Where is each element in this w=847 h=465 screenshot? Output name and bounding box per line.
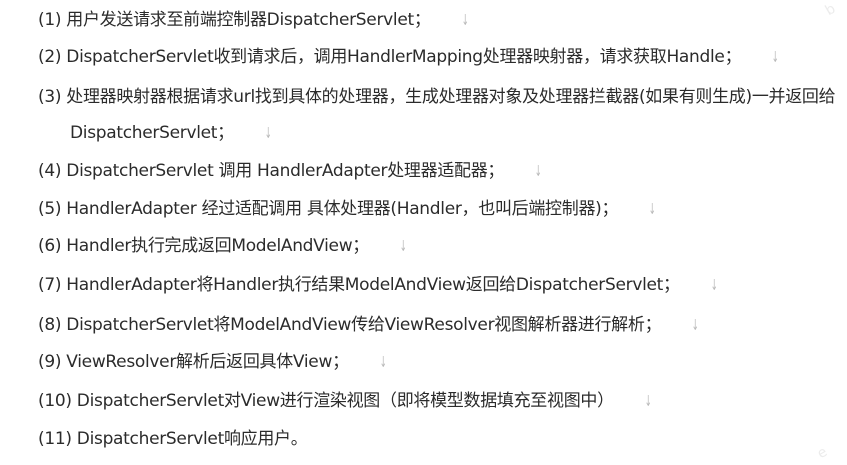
down-arrow-mark: ↓: [644, 392, 652, 410]
step-9: (9) ViewResolver解析后返回具体View； ↓: [38, 350, 389, 374]
down-arrow-mark: ↓: [772, 48, 779, 66]
step-4: (4) DispatcherServlet 调用 HandlerAdapter处…: [38, 159, 544, 183]
step-text: (1) 用户发送请求至前端控制器DispatcherServlet；: [38, 10, 431, 30]
step-text: (9) ViewResolver解析后返回具体View；: [38, 352, 349, 372]
watermark-fragment: b: [822, 0, 839, 20]
step-text: (6) Handler执行完成返回ModelAndView；: [38, 236, 370, 256]
step-text: (11) DispatcherServlet响应用户。: [38, 429, 308, 449]
step-text: (5) HandlerAdapter 经过适配调用 具体处理器(Handler，…: [38, 199, 619, 219]
down-arrow-mark: ↓: [534, 162, 542, 180]
down-arrow-mark: ↓: [399, 237, 407, 255]
step-text: (8) DispatcherServlet将ModelAndView传给View…: [38, 315, 662, 335]
step-1: (1) 用户发送请求至前端控制器DispatcherServlet； ↓: [38, 8, 471, 32]
document-page: (1) 用户发送请求至前端控制器DispatcherServlet； ↓ (2) …: [0, 0, 847, 465]
step-text: DispatcherServlet；: [70, 123, 234, 143]
step-11: (11) DispatcherServlet响应用户。: [38, 427, 308, 451]
step-3: (3) 处理器映射器根据请求url找到具体的处理器，生成处理器对象及处理器拦截器…: [38, 85, 836, 109]
step-2: (2) DispatcherServlet收到请求后，调用HandlerMapp…: [38, 45, 782, 69]
step-7: (7) HandlerAdapter将Handler执行结果ModelAndVi…: [38, 273, 720, 297]
step-text: (7) HandlerAdapter将Handler执行结果ModelAndVi…: [38, 275, 680, 295]
down-arrow-mark: ↓: [461, 11, 469, 29]
step-text: (10) DispatcherServlet对View进行渲染视图（即将模型数据…: [38, 391, 614, 411]
down-arrow-mark: ↓: [692, 316, 699, 334]
step-text: (3) 处理器映射器根据请求url找到具体的处理器，生成处理器对象及处理器拦截器…: [38, 87, 836, 107]
step-text: (4) DispatcherServlet 调用 HandlerAdapter处…: [38, 161, 505, 181]
down-arrow-mark: ↓: [264, 124, 272, 142]
step-text: (2) DispatcherServlet收到请求后，调用HandlerMapp…: [38, 47, 742, 67]
watermark-fragment: e: [814, 443, 831, 463]
step-5: (5) HandlerAdapter 经过适配调用 具体处理器(Handler，…: [38, 197, 658, 221]
step-3-continued: DispatcherServlet； ↓: [70, 121, 274, 145]
down-arrow-mark: ↓: [379, 353, 387, 371]
down-arrow-mark: ↓: [648, 200, 656, 218]
down-arrow-mark: ↓: [710, 276, 718, 294]
step-8: (8) DispatcherServlet将ModelAndView传给View…: [38, 313, 702, 337]
step-6: (6) Handler执行完成返回ModelAndView； ↓: [38, 234, 409, 258]
step-10: (10) DispatcherServlet对View进行渲染视图（即将模型数据…: [38, 389, 654, 413]
